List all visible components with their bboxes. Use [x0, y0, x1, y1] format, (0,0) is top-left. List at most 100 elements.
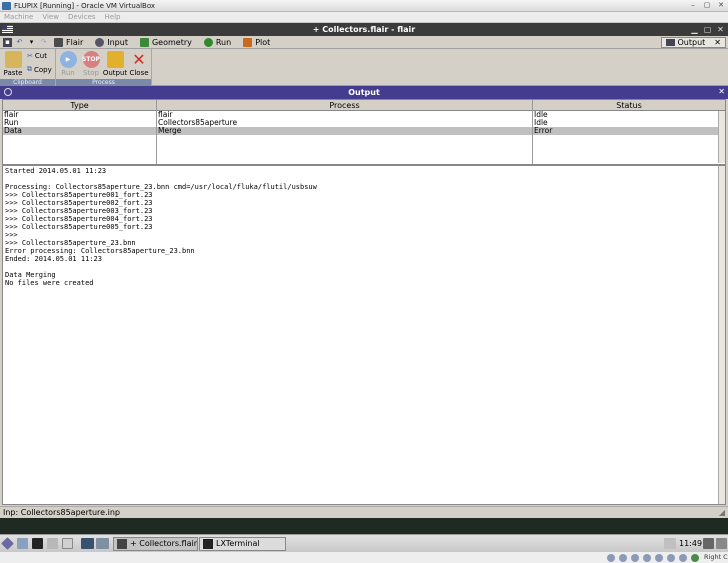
tab-flair-label: Flair [66, 37, 84, 47]
display-icon[interactable] [667, 554, 675, 562]
flair-maximize-icon[interactable]: ▢ [703, 24, 712, 35]
workspace-1-icon[interactable] [81, 538, 94, 549]
save-icon[interactable]: ▪ [3, 37, 12, 47]
vbox-status-bar: Right Ctrl [0, 552, 728, 563]
table-cell[interactable]: Data [3, 127, 156, 135]
resize-grip-icon[interactable]: ◢ [719, 507, 725, 518]
terminal-icon[interactable] [32, 538, 43, 549]
taskbar-clock[interactable]: 11:49 [679, 538, 702, 549]
logout-icon[interactable] [716, 538, 727, 549]
scissors-icon: ✂ [27, 52, 33, 60]
ribbon-tab-bar: ▪ ↶ ▾ ↷ Flair Input Geometry Run Plot [0, 36, 728, 49]
tab-plot-label: Plot [255, 37, 271, 47]
copy-button[interactable]: ⧉ Copy [27, 65, 52, 74]
close-icon[interactable]: ✕ [716, 1, 726, 10]
task-flair[interactable]: + Collectors.flair - ... [113, 537, 198, 551]
redo-icon[interactable]: ↷ [39, 38, 48, 47]
table-scrollbar[interactable] [718, 111, 725, 163]
panel-menu-icon[interactable] [4, 88, 12, 96]
status-bar: Inp: Collectors85aperture.inp ◢ [0, 506, 728, 518]
tab-output[interactable]: Output ✕ [660, 37, 726, 48]
flair-task-icon [117, 539, 127, 549]
cpu-icon[interactable] [691, 554, 699, 562]
table-cell[interactable]: Idle [533, 119, 725, 127]
type-column: Type flair Run Data [3, 100, 157, 164]
copy-label: Copy [34, 65, 52, 74]
table-cell[interactable]: Merge [157, 127, 532, 135]
table-cell[interactable]: Error [533, 127, 725, 135]
browser-icon[interactable] [47, 538, 58, 549]
menu-devices[interactable]: Devices [68, 13, 96, 21]
flair-icon [54, 37, 63, 47]
start-menu-icon[interactable] [1, 537, 14, 550]
column-header-status[interactable]: Status [533, 100, 725, 111]
menu-machine[interactable]: Machine [4, 13, 33, 21]
run-icon [203, 37, 213, 47]
cut-button[interactable]: ✂ Cut [27, 52, 47, 60]
tab-input[interactable]: Input [89, 36, 134, 48]
file-manager-icon[interactable] [17, 538, 28, 549]
workspace-2-icon[interactable] [96, 538, 109, 549]
task-lxterminal[interactable]: LXTerminal [199, 537, 286, 551]
menu-help[interactable]: Help [105, 13, 121, 21]
host-key-label: Right Ctrl [704, 553, 728, 561]
hdd-icon[interactable] [607, 554, 615, 562]
table-cell[interactable]: flair [3, 111, 156, 119]
vbox-titlebar: FLUPIX [Running] - Oracle VM VirtualBox … [0, 0, 728, 12]
tab-close-icon[interactable]: ✕ [714, 38, 721, 47]
tab-geometry[interactable]: Geometry [134, 36, 198, 48]
tab-plot[interactable]: Plot [237, 36, 276, 48]
table-cell[interactable]: Collectors85aperture [157, 119, 532, 127]
column-header-process[interactable]: Process [157, 100, 532, 111]
flair-window-controls: ▁ ▢ ✕ [690, 24, 725, 35]
tab-run[interactable]: Run [198, 36, 237, 48]
paste-button[interactable]: Paste [1, 51, 25, 77]
task-lxterminal-label: LXTerminal [216, 539, 260, 548]
output-button[interactable]: Output [103, 51, 127, 77]
log-output[interactable]: Started 2014.05.01 11:23 Processing: Col… [2, 165, 726, 505]
network-icon[interactable] [655, 554, 663, 562]
input-icon [95, 37, 105, 47]
process-group-label: Process [56, 79, 151, 86]
geometry-icon [139, 37, 149, 47]
vbox-menubar: Machine View Devices Help [0, 12, 728, 23]
tab-flair[interactable]: Flair [48, 36, 89, 48]
stop-button[interactable]: STOP Stop [79, 51, 103, 77]
process-column: Process flair Collectors85aperture Merge [157, 100, 533, 164]
paste-icon [4, 51, 22, 68]
us-flag-icon[interactable] [2, 25, 13, 33]
guest-taskbar: + Collectors.flair - ... LXTerminal 11:4… [0, 534, 728, 552]
flair-window-title: + Collectors.flair - flair [312, 25, 416, 34]
tab-run-label: Run [215, 37, 232, 47]
status-text: Inp: Collectors85aperture.inp [3, 508, 121, 517]
dropdown-icon[interactable]: ▾ [27, 38, 36, 47]
table-cell[interactable]: Run [3, 119, 156, 127]
terminal-task-icon [203, 539, 213, 549]
table-cell[interactable]: Idle [533, 111, 725, 119]
flair-close-icon[interactable]: ✕ [716, 24, 725, 35]
usb-icon[interactable] [631, 554, 639, 562]
panel-close-icon[interactable]: ✕ [718, 87, 725, 96]
shared-folder-icon[interactable] [643, 554, 651, 562]
plot-icon [243, 37, 253, 47]
tray-icon[interactable] [703, 538, 714, 549]
undo-icon[interactable]: ↶ [15, 38, 24, 47]
broom-icon [106, 51, 124, 68]
maximize-icon[interactable]: ▢ [702, 1, 712, 10]
process-table: Type flair Run Data Process flair Collec… [2, 99, 726, 165]
close-button[interactable]: ✕ Close [127, 50, 151, 77]
run-button[interactable]: ▶ Run [56, 51, 80, 77]
tab-output-label: Output [677, 38, 706, 47]
volume-icon[interactable] [664, 538, 676, 549]
flair-minimize-icon[interactable]: ▁ [690, 24, 699, 35]
vbox-window-title: FLUPIX [Running] - Oracle VM VirtualBox [14, 1, 156, 10]
close-x-icon: ✕ [132, 50, 146, 69]
menu-view[interactable]: View [42, 13, 59, 21]
cd-icon[interactable] [619, 554, 627, 562]
task-flair-label: + Collectors.flair - ... [130, 539, 197, 548]
log-scrollbar[interactable] [718, 166, 725, 504]
column-header-type[interactable]: Type [3, 100, 156, 111]
record-icon[interactable] [679, 554, 687, 562]
minimize-icon[interactable]: – [688, 1, 698, 10]
show-desktop-icon[interactable] [62, 538, 73, 549]
